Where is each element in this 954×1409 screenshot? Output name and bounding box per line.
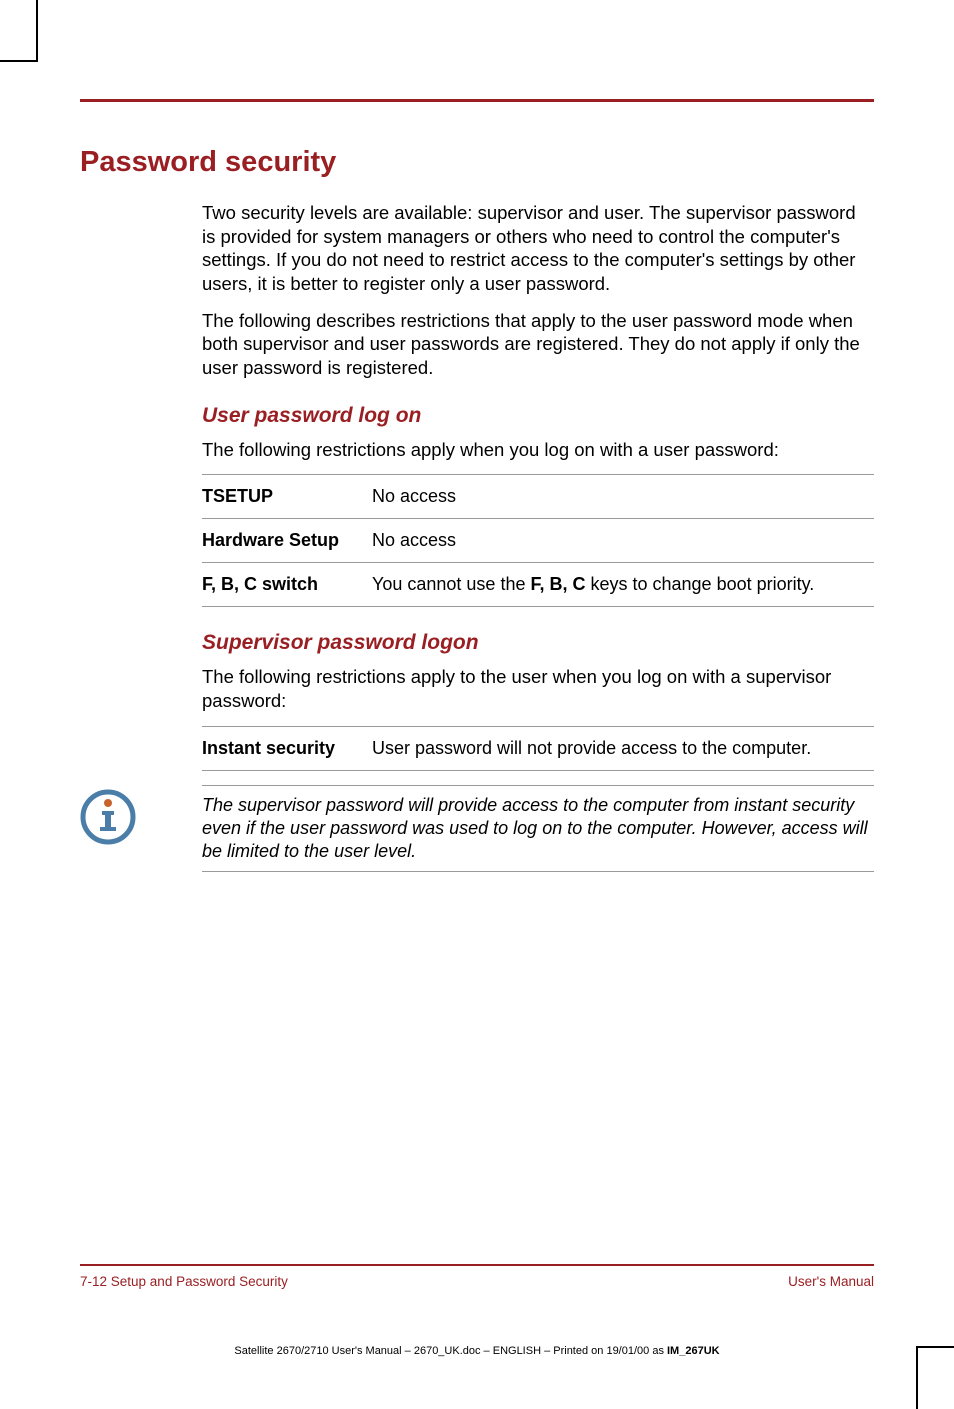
subheading-user-logon: User password log on [202, 404, 874, 428]
info-icon [80, 789, 136, 845]
footer-left: 7-12 Setup and Password Security [80, 1274, 288, 1289]
section-title: Password security [80, 146, 874, 179]
definition: No access [372, 519, 874, 563]
term: Hardware Setup [202, 519, 372, 563]
note-text: The supervisor password will provide acc… [202, 785, 874, 872]
term: TSETUP [202, 475, 372, 519]
info-icon-cell [80, 785, 202, 872]
table-row: TSETUP No access [202, 475, 874, 519]
header-rule [80, 99, 874, 102]
definition: No access [372, 475, 874, 519]
intro-paragraph: Two security levels are available: super… [202, 201, 874, 296]
page-footer: 7-12 Setup and Password Security User's … [80, 1264, 874, 1289]
subheading-supervisor-logon: Supervisor password logon [202, 631, 874, 655]
crop-mark [36, 0, 38, 62]
info-note: The supervisor password will provide acc… [80, 785, 874, 872]
lead-paragraph: The following restrictions apply to the … [202, 665, 874, 712]
term: F, B, C switch [202, 563, 372, 607]
table-row: Hardware Setup No access [202, 519, 874, 563]
crop-mark [918, 1346, 954, 1348]
intro-paragraph: The following describes restrictions tha… [202, 309, 874, 380]
crop-mark [0, 60, 36, 62]
table-row: F, B, C switch You cannot use the F, B, … [202, 563, 874, 607]
restrictions-table-supervisor: Instant security User password will not … [202, 726, 874, 771]
imprint-line: Satellite 2670/2710 User's Manual – 2670… [36, 1345, 918, 1357]
definition: User password will not provide access to… [372, 726, 874, 770]
footer-right: User's Manual [788, 1274, 874, 1289]
page-content: Password security Two security levels ar… [36, 60, 918, 1409]
body-column: Two security levels are available: super… [202, 201, 874, 771]
definition: You cannot use the F, B, C keys to chang… [372, 563, 874, 607]
term: Instant security [202, 726, 372, 770]
restrictions-table-user: TSETUP No access Hardware Setup No acces… [202, 474, 874, 607]
lead-paragraph: The following restrictions apply when yo… [202, 438, 874, 462]
table-row: Instant security User password will not … [202, 726, 874, 770]
